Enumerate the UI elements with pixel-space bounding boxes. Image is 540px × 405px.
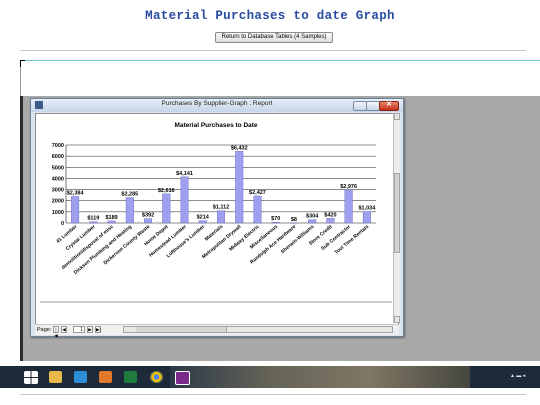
- bar: [107, 220, 116, 224]
- chart-title: Material Purchases to Date: [174, 122, 257, 129]
- access-icon[interactable]: [99, 371, 112, 383]
- data-label: $2,285: [121, 192, 138, 198]
- previous-page-button[interactable]: ◀: [61, 326, 67, 333]
- horizontal-scrollbar[interactable]: [123, 326, 393, 333]
- bar: [144, 218, 153, 224]
- y-tick-label: 4000: [52, 176, 64, 182]
- y-tick-label: 0: [61, 221, 64, 227]
- media-player-icon[interactable]: [74, 371, 87, 383]
- bar: [253, 195, 262, 224]
- bar-chart: Material Purchases to Date 0 1000 2000 3000…: [40, 122, 392, 303]
- window-titlebar[interactable]: Purchases By Supplier-Graph : Report ✕: [31, 99, 403, 112]
- bar: [180, 176, 189, 224]
- next-page-button[interactable]: ▶: [87, 326, 93, 333]
- bar: [308, 219, 317, 224]
- bar: [198, 220, 207, 224]
- data-label: $2,976: [340, 184, 357, 190]
- windows-start-icon[interactable]: [24, 371, 38, 384]
- vertical-scrollbar[interactable]: [393, 113, 400, 323]
- y-tick-label: 1000: [52, 210, 64, 216]
- bar: [162, 193, 171, 224]
- bar: [271, 222, 280, 224]
- bar: [344, 189, 353, 224]
- page-title: Material Purchases to date Graph: [145, 9, 395, 23]
- minimize-button[interactable]: [353, 101, 367, 111]
- onenote-icon[interactable]: [175, 371, 190, 385]
- embedded-frame: [20, 60, 540, 97]
- y-tick-label: 5000: [52, 165, 64, 171]
- bar: [217, 210, 225, 224]
- data-label: $1,112: [213, 205, 230, 211]
- y-tick-label: 2000: [52, 199, 64, 205]
- close-button[interactable]: ✕: [379, 101, 399, 111]
- frame-corner-marker: [20, 60, 25, 67]
- data-label: $70: [271, 216, 280, 222]
- bar: [71, 196, 80, 224]
- window-title: Purchases By Supplier-Graph : Report: [161, 100, 273, 107]
- bar: [326, 218, 335, 224]
- return-to-tables-button[interactable]: Return to Database Tables (4 Samples): [215, 32, 333, 43]
- taskbar-wallpaper-strip: [170, 366, 470, 388]
- chrome-icon[interactable]: [150, 371, 163, 383]
- data-label: $2,384: [67, 190, 85, 196]
- data-label: $6,432: [231, 145, 248, 151]
- data-label: $2,427: [249, 190, 266, 196]
- first-page-button[interactable]: |◀: [53, 326, 59, 338]
- bar: [125, 197, 134, 224]
- data-label: $304: [306, 214, 319, 220]
- scroll-up-button[interactable]: [394, 113, 400, 120]
- bottom-divider: [20, 394, 526, 395]
- page-label: Page:: [37, 327, 52, 333]
- last-page-button[interactable]: ▶|: [95, 326, 101, 333]
- y-tick-label: 3000: [52, 188, 64, 194]
- data-label: $119: [87, 216, 99, 222]
- vertical-scroll-thumb[interactable]: [394, 173, 400, 253]
- x-tick-label: Tool Time Rentals: [334, 224, 371, 256]
- close-icon: ✕: [386, 101, 392, 108]
- data-label: $8: [291, 217, 297, 223]
- page-number-input[interactable]: 1: [73, 326, 85, 333]
- horizontal-scroll-thumb[interactable]: [136, 327, 227, 332]
- bar: [235, 151, 244, 224]
- data-label: $214: [197, 215, 210, 221]
- report-window: Purchases By Supplier-Graph : Report ✕ M…: [30, 98, 404, 338]
- bar: [362, 211, 371, 224]
- scroll-down-button[interactable]: [394, 316, 400, 323]
- record-navigation-bar: Page: |◀ ◀ 1 ▶ ▶|: [35, 324, 399, 338]
- divider: [20, 50, 526, 51]
- bar: [89, 221, 98, 224]
- data-label: $189: [105, 215, 117, 221]
- data-label: $4,141: [176, 171, 193, 177]
- data-label: $420: [324, 212, 336, 218]
- left-edge-bar: [20, 96, 23, 361]
- y-tick-label: 7000: [52, 143, 64, 149]
- data-label: $392: [142, 213, 154, 219]
- maximize-button[interactable]: [366, 101, 380, 111]
- system-tray-icon[interactable]: ▲ ▬ ◂: [510, 373, 525, 379]
- data-label: $1,034: [358, 205, 376, 211]
- excel-icon[interactable]: [124, 371, 137, 383]
- data-label: $2,616: [158, 188, 175, 194]
- y-tick-label: 6000: [52, 154, 64, 160]
- file-explorer-icon[interactable]: [49, 371, 62, 383]
- report-canvas: Material Purchases to Date 0 1000 2000 3000…: [35, 113, 399, 325]
